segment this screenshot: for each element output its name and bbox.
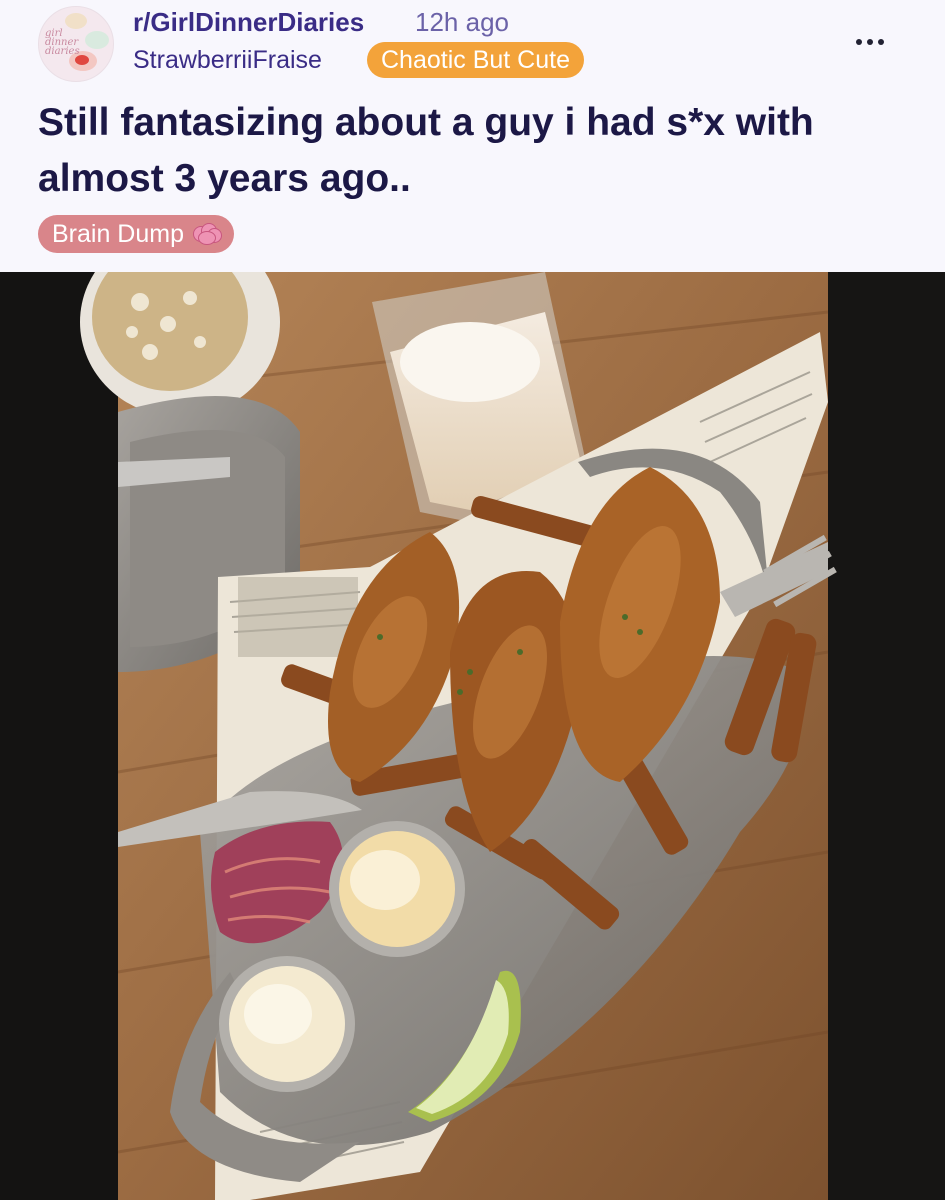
post-image[interactable]	[0, 272, 945, 1200]
subreddit-avatar-icon[interactable]: girl dinner diaries	[38, 6, 114, 82]
post-header: girl dinner diaries r/GirlDinnerDiaries 12…	[0, 0, 945, 272]
user-flair-badge: Chaotic But Cute	[367, 42, 584, 78]
author-username[interactable]: StrawberriiFraise	[133, 44, 322, 76]
post-title[interactable]: Still fantasizing about a guy i had s*x …	[38, 95, 918, 207]
more-options-icon[interactable]	[846, 24, 894, 60]
subreddit-name[interactable]: r/GirlDinnerDiaries	[133, 6, 364, 38]
post-flair-badge[interactable]: Brain Dump	[38, 215, 234, 253]
post-timestamp: 12h ago	[415, 7, 509, 37]
fish-and-chips-photo	[0, 272, 945, 1200]
brain-icon	[192, 222, 222, 246]
post-flair-label: Brain Dump	[52, 220, 184, 248]
